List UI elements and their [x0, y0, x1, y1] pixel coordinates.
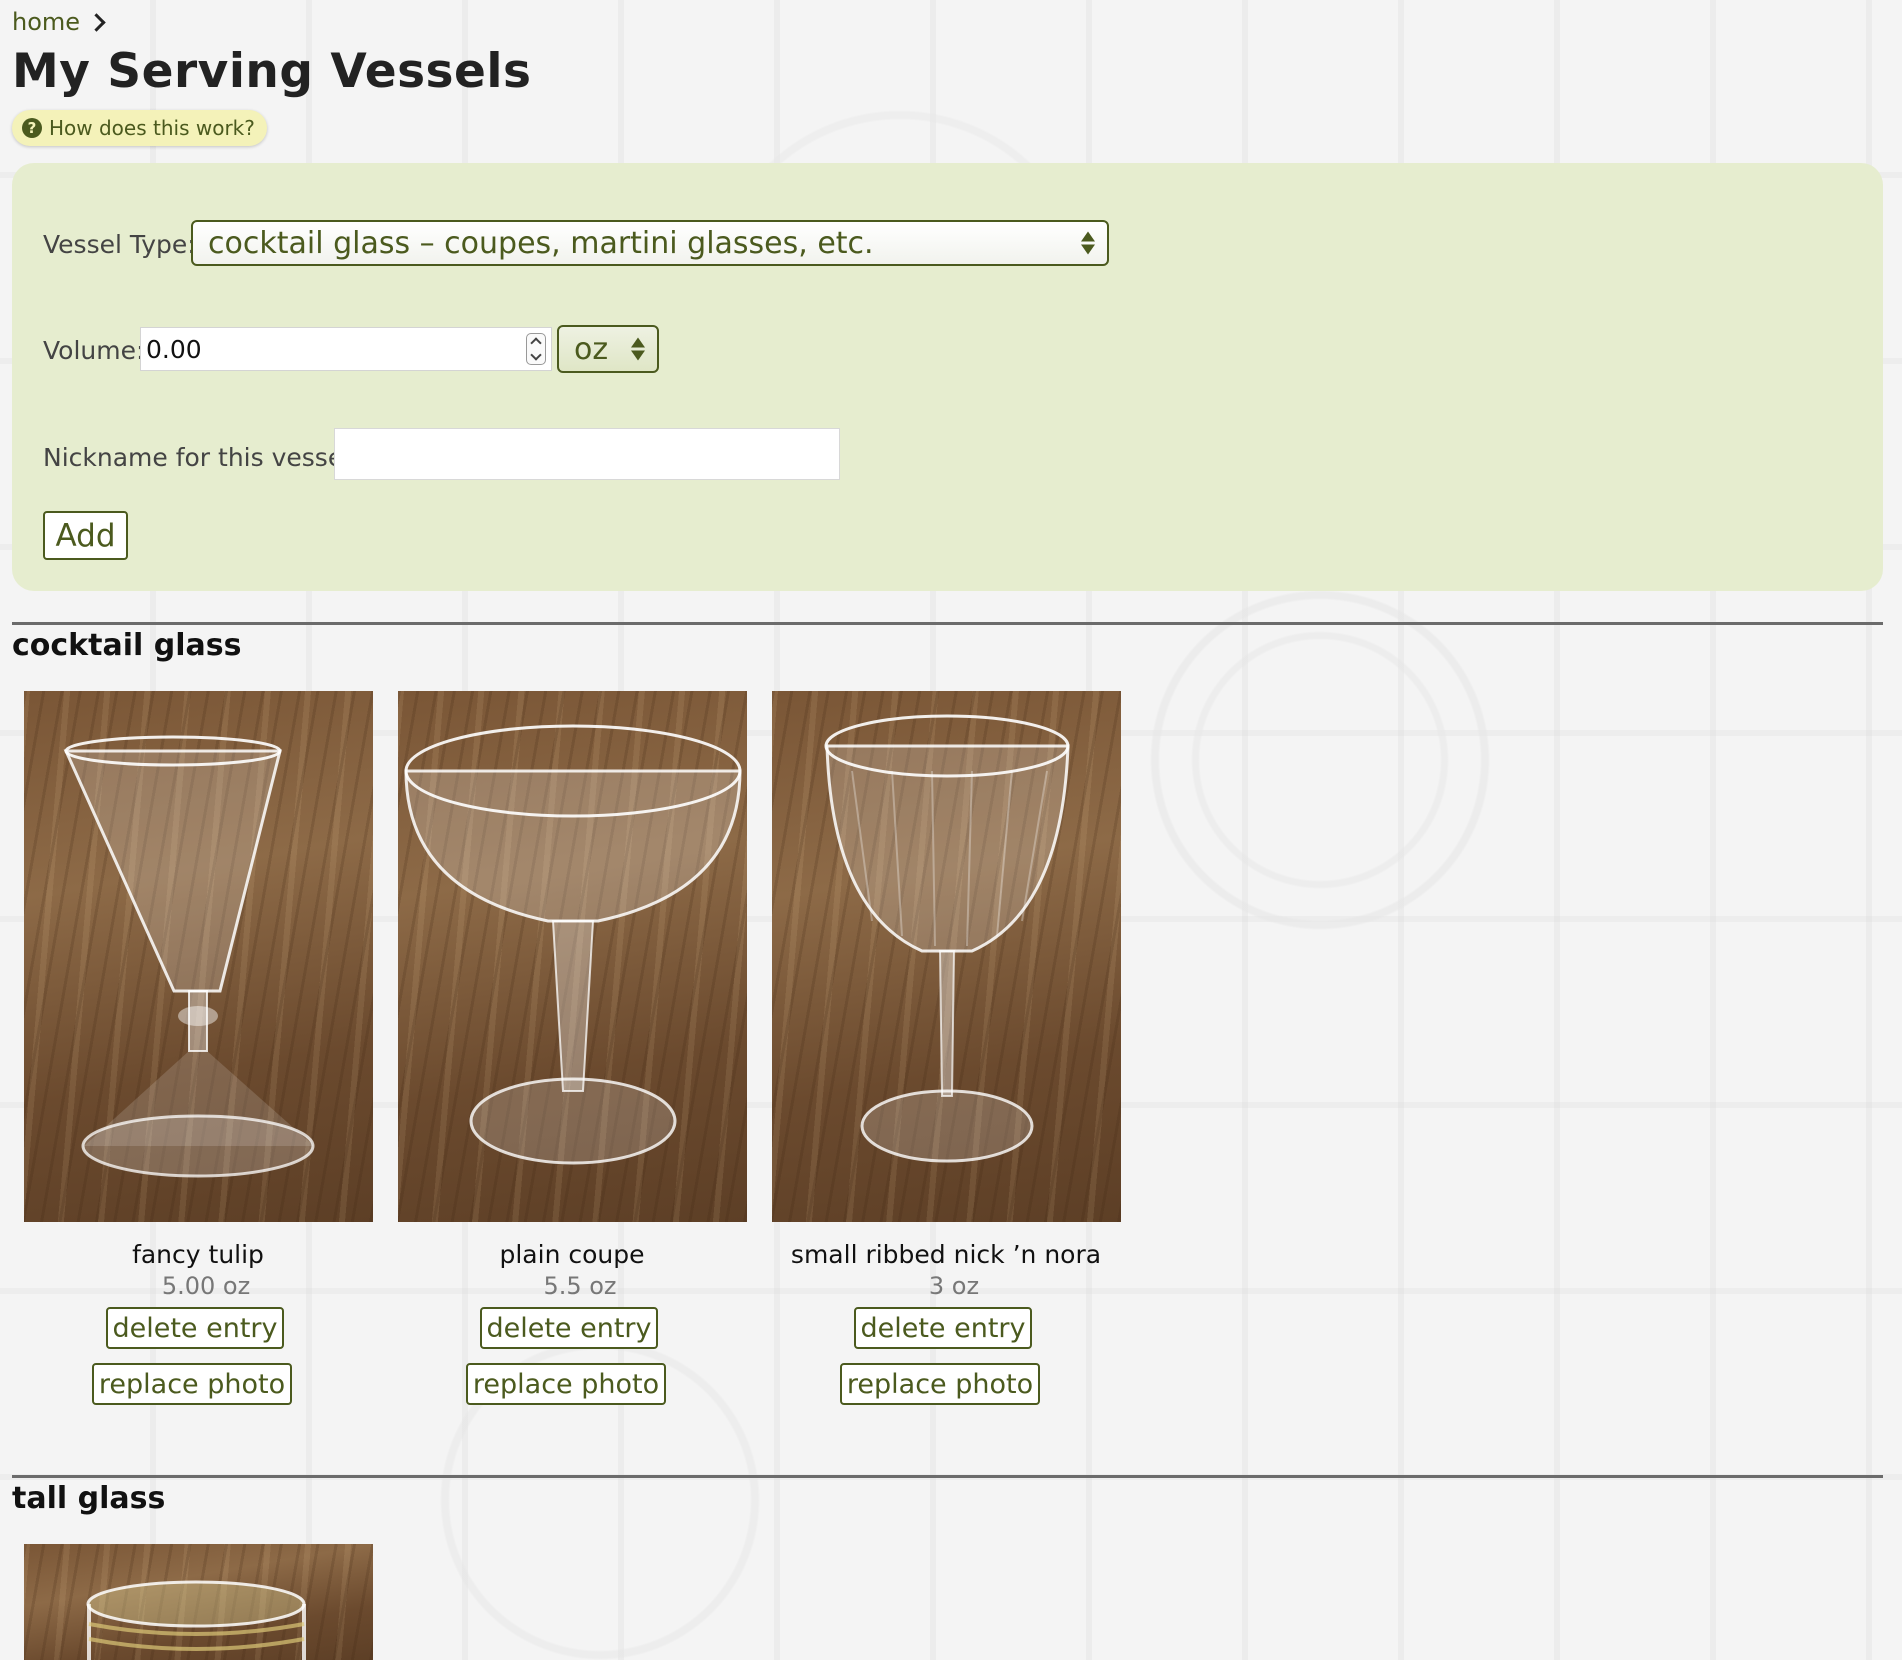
add-button[interactable]: Add	[43, 511, 128, 560]
volume-label: Volume:	[43, 336, 145, 365]
replace-photo-button[interactable]: replace photo	[466, 1363, 666, 1405]
vessel-name: plain coupe	[499, 1240, 645, 1269]
volume-input[interactable]: 0.00	[140, 327, 552, 371]
delete-entry-button[interactable]: delete entry	[106, 1307, 284, 1349]
page-title: My Serving Vessels	[12, 44, 532, 99]
delete-entry-button[interactable]: delete entry	[854, 1307, 1032, 1349]
section-divider	[12, 622, 1883, 625]
select-arrows-icon	[631, 337, 645, 361]
section-divider	[12, 1475, 1883, 1478]
select-arrows-icon	[1081, 231, 1095, 255]
vessel-name: small ribbed nick ’n nora	[790, 1240, 1102, 1269]
vessel-volume: 5.00 oz	[161, 1272, 251, 1300]
section-title: cocktail glass	[12, 628, 242, 663]
volume-value: 0.00	[146, 334, 202, 364]
vessel-volume: 3 oz	[928, 1272, 980, 1300]
vessel-photo	[24, 691, 373, 1222]
vessel-type-label: Vessel Type:	[43, 230, 196, 259]
section-title: tall glass	[12, 1481, 166, 1516]
unit-value: oz	[574, 331, 609, 367]
vessel-photo	[398, 691, 747, 1222]
breadcrumb: home	[12, 8, 106, 36]
vessel-type-value: cocktail glass – coupes, martini glasses…	[208, 225, 874, 261]
unit-select[interactable]: oz	[557, 325, 659, 373]
question-icon: ?	[22, 118, 42, 138]
replace-photo-button[interactable]: replace photo	[840, 1363, 1040, 1405]
chevron-right-icon	[87, 12, 106, 32]
delete-entry-button[interactable]: delete entry	[480, 1307, 658, 1349]
vessel-name: fancy tulip	[132, 1240, 264, 1269]
nickname-input[interactable]	[334, 428, 840, 480]
vessel-type-select[interactable]: cocktail glass – coupes, martini glasses…	[191, 220, 1109, 266]
vessel-volume: 5.5 oz	[543, 1272, 617, 1300]
breadcrumb-home-link[interactable]: home	[12, 8, 80, 36]
replace-photo-button[interactable]: replace photo	[92, 1363, 292, 1405]
vessel-photo	[24, 1544, 373, 1660]
help-button[interactable]: ? How does this work?	[12, 110, 267, 146]
nickname-label: Nickname for this vessel:	[43, 443, 359, 472]
vessel-photo	[772, 691, 1121, 1222]
help-label: How does this work?	[49, 116, 255, 140]
stepper-icon[interactable]	[526, 333, 546, 365]
